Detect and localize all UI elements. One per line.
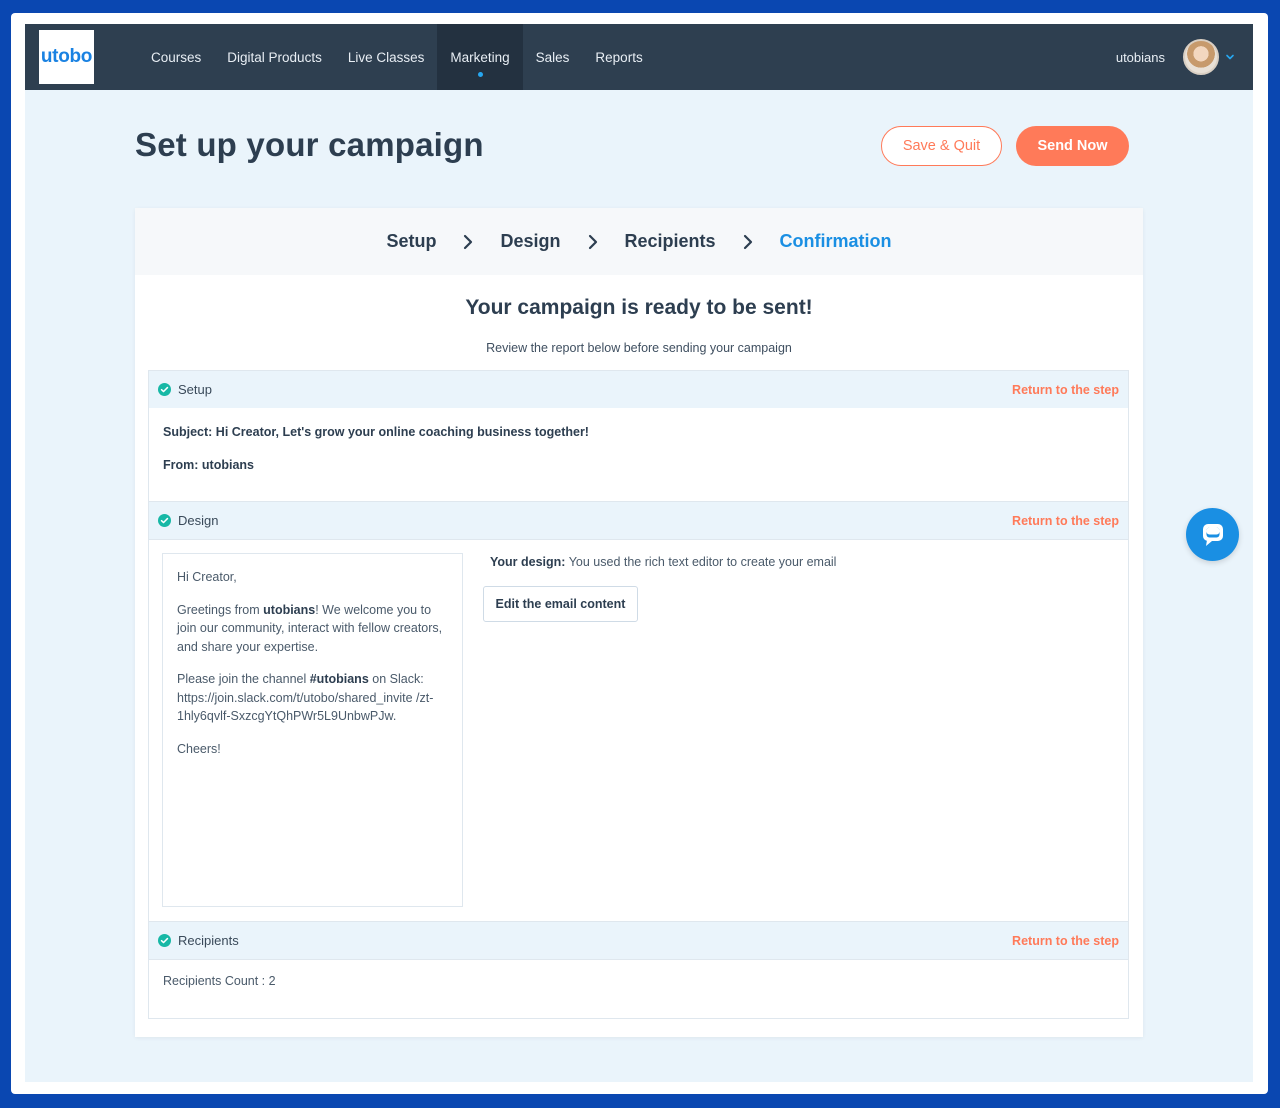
recipients-count: Recipients Count : 2 <box>163 974 276 988</box>
divider <box>149 959 1128 960</box>
step-design[interactable]: Design <box>500 231 560 252</box>
page-title: Set up your campaign <box>135 126 484 163</box>
nav-item-label: Sales <box>535 49 570 65</box>
check-circle-icon <box>158 514 171 527</box>
section-label: Design <box>178 513 219 528</box>
section-header-recipients: Recipients Return to the step <box>149 922 1128 959</box>
email-closing: Cheers! <box>177 741 221 756</box>
nav-item-marketing[interactable]: Marketing <box>437 24 523 90</box>
nav-item-label: Digital Products <box>227 49 322 65</box>
nav-item-courses[interactable]: Courses <box>138 24 214 90</box>
username: utobians <box>1115 49 1165 65</box>
email-greeting: Hi Creator, <box>177 570 237 584</box>
nav-item-label: Marketing <box>450 49 510 65</box>
section-label: Setup <box>178 382 212 397</box>
step-recipients[interactable]: Recipients <box>625 231 716 252</box>
campaign-subject: Subject: Hi Creator, Let's grow your onl… <box>163 425 589 439</box>
email-paragraph: Please join the channel #utobians on Sla… <box>177 672 434 723</box>
return-to-step-link[interactable]: Return to the step <box>1012 514 1119 528</box>
chevron-down-icon[interactable] <box>1225 52 1235 62</box>
chat-bubble-icon <box>1202 523 1223 546</box>
campaign-from: From: utobians <box>163 458 254 472</box>
nav-item-label: Live Classes <box>347 49 425 65</box>
step-breadcrumb: Setup Design Recipients Confirmation <box>135 208 1143 275</box>
nav-item-digital-products[interactable]: Digital Products <box>214 24 335 90</box>
top-navigation: utobo Courses Digital Products Live Clas… <box>25 24 1253 90</box>
nav-items: Courses Digital Products Live Classes Ma… <box>138 24 656 90</box>
edit-email-content-button[interactable]: Edit the email content <box>483 586 638 622</box>
active-indicator-dot <box>477 72 483 77</box>
return-to-step-link[interactable]: Return to the step <box>1012 383 1119 397</box>
chat-widget-button[interactable] <box>1186 508 1239 561</box>
section-label: Recipients <box>178 933 239 948</box>
subject-value: Hi Creator, Let's grow your online coach… <box>215 425 589 439</box>
send-now-button[interactable]: Send Now <box>1016 126 1129 166</box>
nav-item-label: Reports <box>595 49 643 65</box>
check-circle-icon <box>158 934 171 947</box>
report-sections: Setup Return to the step Subject: Hi Cre… <box>148 370 1129 1019</box>
design-info-text: You used the rich text editor to create … <box>568 555 837 569</box>
from-label: From: <box>163 458 199 472</box>
subject-label: Subject: <box>163 425 213 439</box>
save-quit-button[interactable]: Save & Quit <box>881 126 1002 166</box>
section-header-setup: Setup Return to the step <box>149 371 1128 408</box>
nav-item-reports[interactable]: Reports <box>582 24 655 90</box>
campaign-card: Setup Design Recipients Confirmation You… <box>135 208 1143 1037</box>
chevron-right-icon <box>734 232 762 252</box>
nav-item-label: Courses <box>151 49 202 65</box>
nav-item-live-classes[interactable]: Live Classes <box>335 24 438 90</box>
chevron-right-icon <box>454 232 482 252</box>
logo[interactable]: utobo <box>39 30 94 84</box>
from-value: utobians <box>201 458 254 472</box>
avatar[interactable] <box>1183 39 1219 75</box>
email-preview: Hi Creator, Greetings from utobians! We … <box>162 553 463 907</box>
user-menu[interactable]: utobians <box>1116 38 1235 76</box>
review-subheading: Review the report below before sending y… <box>486 341 792 355</box>
section-header-design: Design Return to the step <box>149 502 1128 539</box>
step-confirmation[interactable]: Confirmation <box>780 231 892 252</box>
nav-item-sales[interactable]: Sales <box>523 24 583 90</box>
app-window: utobo Courses Digital Products Live Clas… <box>25 24 1253 1082</box>
email-paragraph: Greetings from utobians! We welcome you … <box>177 602 443 654</box>
divider <box>149 539 1128 540</box>
return-to-step-link[interactable]: Return to the step <box>1012 934 1119 948</box>
check-circle-icon <box>158 383 171 396</box>
ready-heading: Your campaign is ready to be sent! <box>465 296 813 319</box>
design-info-label: Your design: <box>490 555 566 569</box>
design-info: Your design: You used the rich text edit… <box>490 555 836 569</box>
chevron-right-icon <box>579 232 607 252</box>
step-setup[interactable]: Setup <box>386 231 436 252</box>
